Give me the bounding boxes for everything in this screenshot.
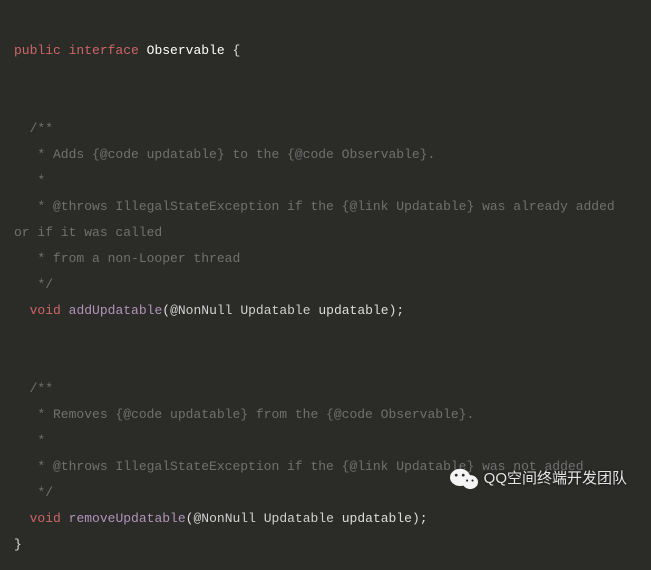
keyword-void: void	[30, 511, 61, 526]
keyword-void: void	[30, 303, 61, 318]
keyword-interface: interface	[69, 43, 139, 58]
javadoc-open: /**	[14, 121, 53, 136]
watermark: QQ空间终端开发团队	[450, 464, 627, 494]
open-brace: {	[232, 43, 240, 58]
javadoc-line: *	[14, 173, 45, 188]
javadoc-close: */	[14, 277, 53, 292]
method-removeUpdatable: removeUpdatable	[69, 511, 186, 526]
javadoc-open: /**	[14, 381, 53, 396]
param-name: updatable	[342, 511, 412, 526]
javadoc-line: * Adds {@code updatable} to the {@code O…	[14, 147, 435, 162]
javadoc-line: * Removes {@code updatable} from the {@c…	[14, 407, 474, 422]
paren-close: );	[412, 511, 428, 526]
param-name: updatable	[318, 303, 388, 318]
watermark-text: QQ空间终端开发团队	[484, 464, 627, 494]
javadoc-line: * @throws IllegalStateException if the {…	[14, 199, 623, 240]
wechat-icon	[450, 467, 478, 491]
interface-name: Observable	[147, 43, 225, 58]
javadoc-close: */	[14, 485, 53, 500]
annotation: @NonNull	[170, 303, 232, 318]
javadoc-line: * from a non-Looper thread	[14, 251, 240, 266]
javadoc-line: *	[14, 433, 45, 448]
keyword-public: public	[14, 43, 61, 58]
method-addUpdatable: addUpdatable	[69, 303, 163, 318]
paren-close: );	[389, 303, 405, 318]
paren-open: (	[162, 303, 170, 318]
param-type: Updatable	[240, 303, 310, 318]
param-type: Updatable	[264, 511, 334, 526]
annotation: @NonNull	[193, 511, 255, 526]
close-brace: }	[14, 537, 22, 552]
